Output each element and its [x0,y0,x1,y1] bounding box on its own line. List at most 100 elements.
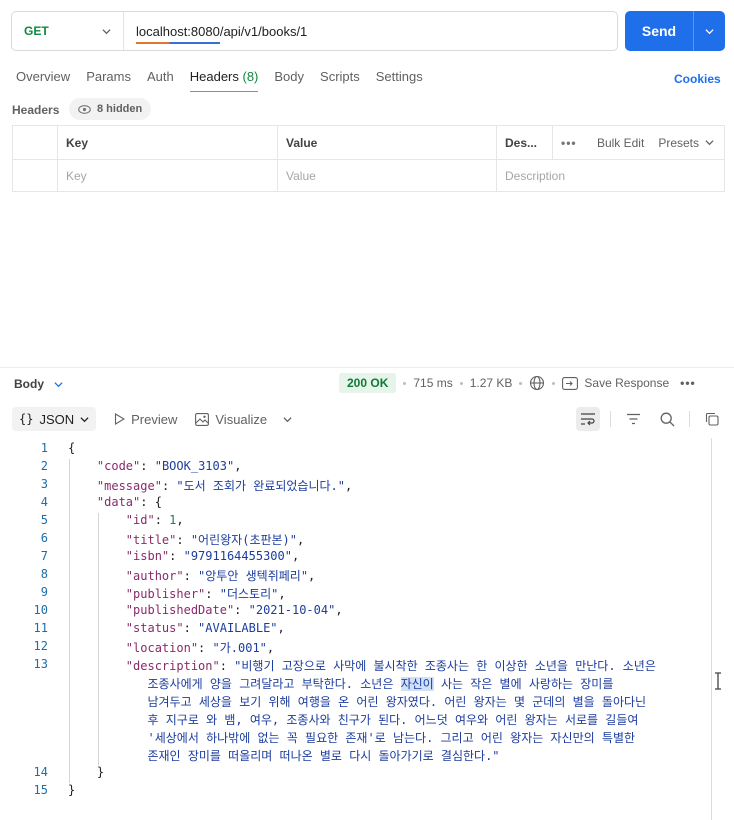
play-icon [115,413,126,425]
response-time[interactable]: 715 ms [413,376,452,390]
toolbar-separator [689,411,690,427]
code-token: "isbn" [125,549,170,563]
separator-dot [403,381,407,385]
indent-guide [69,459,70,783]
line-number: 2 [40,459,48,473]
response-size[interactable]: 1.27 KB [470,376,513,390]
code-token: : [198,641,213,655]
text-cursor-icon [715,672,721,690]
chevron-down-icon [54,381,63,387]
response-meta: 200 OK 715 ms 1.27 KB Save Response ••• [339,373,696,393]
line-number: 8 [40,567,48,581]
url-input[interactable]: localhost:8080/api/v1/books/1 [124,24,307,44]
copy-button[interactable] [700,407,724,431]
status-badge[interactable]: 200 OK [339,373,397,393]
hidden-headers-toggle[interactable]: 8 hidden [69,98,152,120]
code-token: "2021-10-04" [248,603,336,617]
code-token: "publisher" [125,587,206,601]
tab-scripts[interactable]: Scripts [320,69,360,92]
globe-icon[interactable] [529,375,545,391]
save-response-button[interactable]: Save Response [562,376,669,390]
code-line: 존재인 장미를 떠올리며 떠나온 별로 다시 돌아가기로 결심한다." [68,747,499,764]
code-line: "title": "어린왕자(초판본)", [68,531,304,548]
table-row: Key Value Description [13,159,724,192]
filter-button[interactable] [621,407,645,431]
preview-button[interactable]: Preview [114,412,177,427]
code-token: { [68,441,76,455]
key-input[interactable]: Key [58,160,278,192]
response-toolbar: {} JSON Preview Visualize [12,406,724,432]
cookies-link[interactable]: Cookies [674,72,721,86]
code-line: 후 지구로 와 뱀, 여우, 조종사와 친구가 된다. 어느덧 여우와 어린 왕… [68,711,638,728]
select-column [13,126,58,159]
tab-params[interactable]: Params [86,69,131,92]
response-body-selector[interactable]: Body [14,377,63,391]
chevron-down-icon[interactable] [283,415,292,424]
code-token: 남겨두고 세상을 보기 위해 여행을 온 어린 왕자였다. 어린 왕자는 몇 군… [68,695,647,709]
tab-settings[interactable]: Settings [376,69,423,92]
code-token: : [205,587,220,601]
code-token: "author" [125,569,184,583]
code-line: '세상에서 하나밖에 없는 꼭 필요한 존재'로 남는다. 그리고 어린 왕자는… [68,729,635,746]
code-token: , [291,549,300,563]
code-scrollbar[interactable] [711,438,712,820]
request-bar: GET localhost:8080/api/v1/books/1 [11,11,618,51]
line-number: 10 [33,603,48,617]
code-token: : [140,459,155,473]
format-select[interactable]: {} JSON [12,407,97,431]
send-button-group: Send [625,11,725,51]
chevron-down-icon [80,416,89,422]
code-line: "data": { [68,495,162,509]
code-line: "code": "BOOK_3103", [68,459,242,473]
wrap-lines-button[interactable] [576,407,600,431]
code-token: "앙투안 생텍쥐페리" [198,569,309,583]
line-number: 14 [33,765,48,779]
tab-auth[interactable]: Auth [147,69,174,92]
code-line: "status": "AVAILABLE", [68,621,285,635]
code-token: "publishedDate" [125,603,235,617]
code-token: "AVAILABLE" [198,621,278,635]
code-token: , [345,479,353,493]
code-token: "BOOK_3103" [154,459,235,473]
line-number: 5 [40,513,48,527]
code-line: "message": "도서 조회가 완료되었습니다.", [68,477,352,494]
method-select[interactable]: GET [12,12,124,50]
line-number: 3 [40,477,48,491]
visualize-button[interactable]: Visualize [195,412,292,427]
presets-button[interactable]: Presets [658,136,714,150]
description-input[interactable]: Description [497,160,724,192]
more-options-icon[interactable]: ••• [561,136,577,150]
filter-icon [626,413,640,425]
copy-icon [705,412,719,426]
code-line: } [68,765,104,779]
format-label: JSON [39,411,75,427]
more-options-icon[interactable]: ••• [680,376,696,390]
code-token: "어린왕자(초판본)" [190,533,298,547]
table-toolbar: ••• Bulk Edit Presets [553,126,724,159]
chevron-down-icon [705,140,714,146]
send-button[interactable]: Send [625,11,693,51]
pane-divider[interactable] [0,367,734,368]
code-line: 조종사에게 양을 그려달라고 부탁한다. 소년은 자신이 사는 작은 별에 사랑… [68,675,613,692]
toolbar-separator [610,411,611,427]
code-token: , [308,569,316,583]
tab-overview[interactable]: Overview [16,69,70,92]
line-number: 7 [40,549,48,563]
send-options-button[interactable] [693,11,725,51]
tab-body[interactable]: Body [274,69,304,92]
line-number: 9 [40,585,48,599]
tab-headers[interactable]: Headers (8) [189,69,259,92]
line-number: 1 [40,441,48,455]
code-line: } [68,783,75,797]
value-input[interactable]: Value [278,160,497,192]
code-token: : [183,569,199,583]
search-button[interactable] [655,407,679,431]
indent-guide [98,513,99,765]
bulk-edit-button[interactable]: Bulk Edit [597,136,644,150]
code-line: "id": 1, [68,513,184,527]
image-icon [195,412,210,426]
